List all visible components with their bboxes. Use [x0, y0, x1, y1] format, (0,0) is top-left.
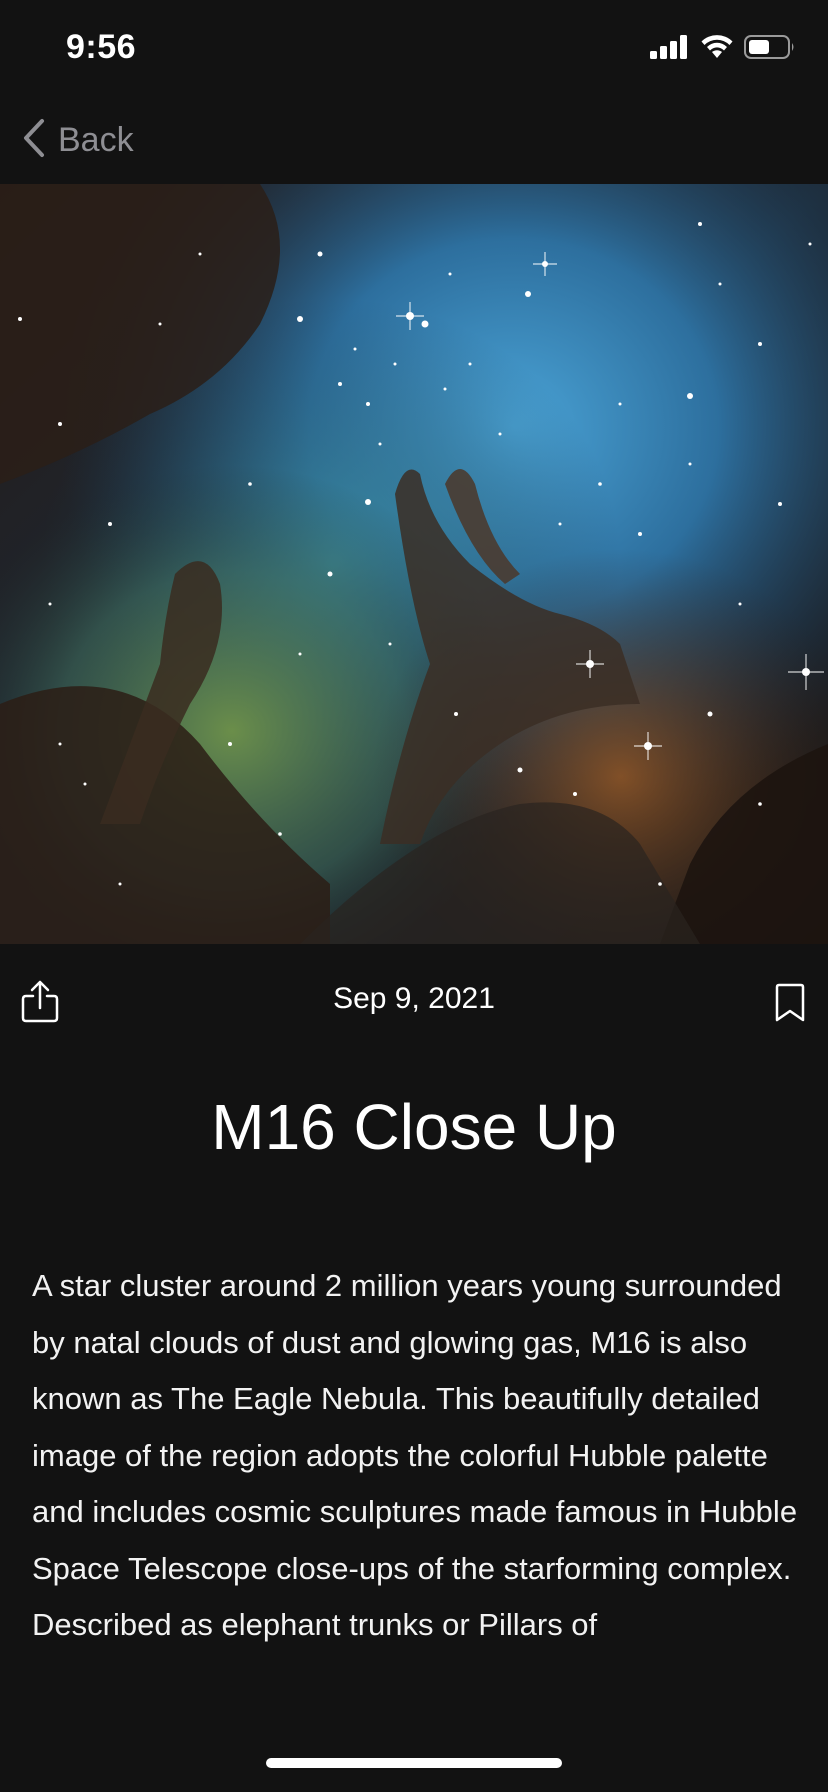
cellular-signal-icon	[650, 35, 690, 64]
article-title: M16 Close Up	[211, 1091, 617, 1163]
nav-bar: Back	[0, 100, 828, 184]
date-text: Sep 9, 2021	[333, 982, 495, 1015]
battery-icon	[744, 34, 796, 65]
bookmark-button[interactable]	[774, 982, 806, 1024]
nebula-photo[interactable]	[0, 184, 828, 944]
meta-row: Sep 9, 2021	[0, 944, 828, 1060]
back-label: Back	[58, 121, 134, 159]
status-bar: 9:56	[0, 0, 828, 100]
status-icons	[650, 34, 796, 65]
chevron-left-icon	[22, 118, 46, 163]
article-description: A star cluster around 2 million years yo…	[32, 1268, 798, 1642]
wifi-icon	[700, 34, 734, 65]
home-indicator[interactable]	[266, 1758, 562, 1768]
status-time: 9:56	[66, 28, 137, 66]
bookmark-icon	[774, 983, 806, 1028]
back-button[interactable]: Back	[22, 118, 134, 163]
